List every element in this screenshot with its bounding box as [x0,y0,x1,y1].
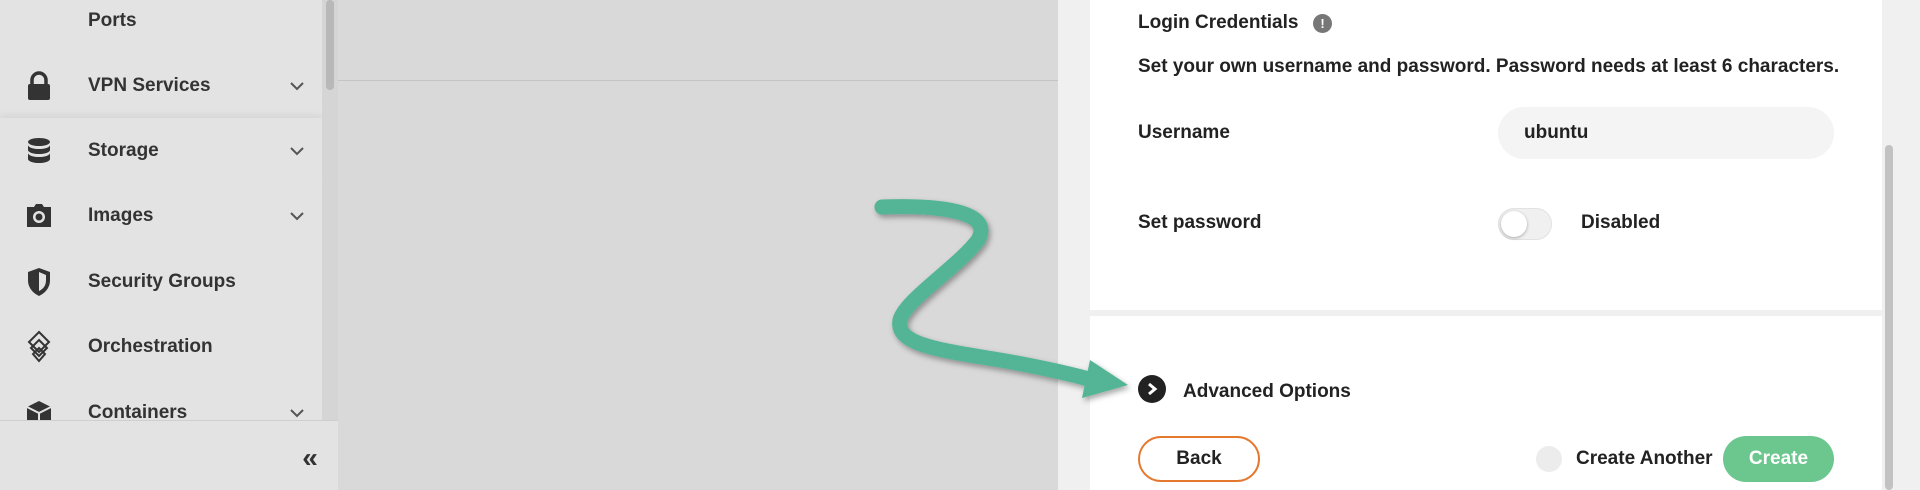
advanced-options-toggle[interactable]: Advanced Options [1183,381,1351,403]
sidebar-item-security-groups[interactable]: Security Groups [0,249,322,314]
sidebar-item-label: Security Groups [88,270,236,292]
chevron-down-icon[interactable] [290,209,304,223]
shield-icon [24,267,54,297]
sidebar-scrollbar-thumb[interactable] [326,0,334,90]
info-icon-glyph: ! [1320,16,1325,31]
set-password-toggle[interactable] [1498,208,1552,240]
section-title: Login Credentials [1138,12,1299,33]
sidebar-item-label: Containers [88,401,188,421]
lock-icon [24,70,54,101]
toggle-knob [1501,211,1527,237]
back-button[interactable]: Back [1138,436,1260,482]
sidebar-item-label: Ports [88,9,137,31]
collapse-sidebar-button[interactable]: « [296,442,324,473]
box-icon [24,398,54,420]
divider [338,80,1058,81]
sidebar-item-orchestration[interactable]: Orchestration [0,314,322,379]
set-password-label: Set password [1138,212,1262,233]
double-chevron-left-icon: « [302,442,318,473]
toggle-status-text: Disabled [1581,212,1661,233]
sidebar-item-label: Images [88,204,154,226]
orchestration-icon [24,330,54,363]
chevron-down-icon[interactable] [290,79,304,93]
sidebar-footer [0,420,338,490]
username-input[interactable] [1498,107,1834,159]
sidebar-item-label: VPN Services [88,74,211,96]
section-description: Set your own username and password. Pass… [1138,56,1840,77]
sidebar-item-ports[interactable]: Ports [0,0,322,53]
create-button[interactable]: Create [1723,436,1834,482]
sidebar-item-storage[interactable]: Storage [0,118,322,183]
username-label: Username [1138,122,1230,143]
camera-icon [24,201,54,231]
sidebar-nav: Ports VPN Services Storage Images Securi… [0,0,322,420]
sidebar-item-label: Storage [88,139,159,161]
sidebar-item-vpn-services[interactable]: VPN Services [0,53,322,118]
chevron-down-icon[interactable] [290,144,304,158]
panel-scrollbar-thumb[interactable] [1885,145,1893,490]
sidebar-item-images[interactable]: Images [0,183,322,248]
create-another-label: Create Another [1576,448,1713,469]
sidebar-item-label: Orchestration [88,335,213,357]
chevron-right-circle-icon[interactable] [1138,375,1166,403]
info-icon[interactable]: ! [1313,14,1332,33]
sidebar-item-containers[interactable]: Containers [0,380,322,420]
chevron-down-icon[interactable] [290,406,304,420]
database-icon [24,136,54,166]
create-another-radio[interactable] [1536,446,1562,472]
sidebar: Ports VPN Services Storage Images Securi… [0,0,322,490]
